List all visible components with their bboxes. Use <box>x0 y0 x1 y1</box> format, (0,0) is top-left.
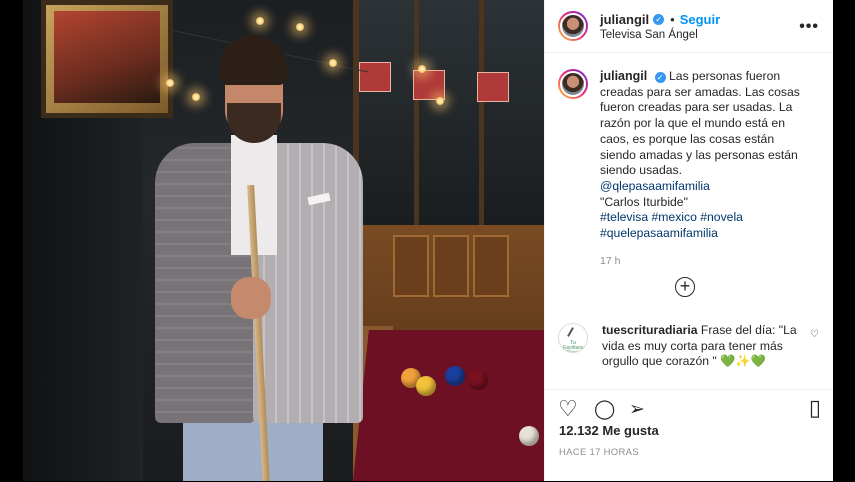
more-options-icon[interactable]: ••• <box>799 18 819 36</box>
share-direct-icon[interactable]: ➢ <box>629 398 645 421</box>
commenter-avatar[interactable]: Tu Escritura Diaria <box>558 323 588 353</box>
hashtag-link[interactable]: #quelepasaamifamilia <box>600 226 808 242</box>
pool-ball <box>445 366 465 386</box>
caption: juliangil ✓ Las personas fueron creadas … <box>558 69 819 269</box>
comment-like-icon[interactable]: ♡ <box>810 329 819 340</box>
caption-text: Las personas fueron creadas para ser ama… <box>600 69 800 178</box>
commenter-avatar-text: Tu Escritura Diaria <box>563 340 583 353</box>
header-username[interactable]: juliangil <box>600 12 649 27</box>
pool-ball <box>416 376 436 396</box>
comment-username[interactable]: tuescrituradiaria <box>602 323 698 337</box>
comment-bubble-icon[interactable]: ◯ <box>594 398 615 421</box>
caption-username[interactable]: juliangil <box>600 69 647 83</box>
header-separator: • <box>670 11 675 27</box>
hashtag-link[interactable]: #televisa #mexico #novela <box>600 210 808 226</box>
caption-quote: "Carlos Iturbide" <box>600 194 688 209</box>
follow-button[interactable]: Seguir <box>680 12 720 27</box>
likes-count[interactable]: 12.132 Me gusta <box>559 423 659 438</box>
man-with-cue <box>133 25 363 481</box>
mention-link[interactable]: @qlepasaamifamilia <box>600 179 808 195</box>
load-more-comments-icon[interactable]: + <box>675 277 695 297</box>
verified-icon: ✓ <box>653 13 665 25</box>
like-heart-icon[interactable]: ♡ <box>558 396 578 422</box>
light-bulb-icon <box>435 96 445 106</box>
avatar[interactable] <box>558 69 588 99</box>
location-link[interactable]: Televisa San Ángel <box>600 29 720 41</box>
back-window <box>353 0 544 230</box>
post-photo[interactable] <box>23 0 544 481</box>
pool-ball <box>468 370 488 390</box>
post-header: juliangil ✓ • Seguir Televisa San Ángel … <box>545 0 833 53</box>
comments-area: juliangil ✓ Las personas fueron creadas … <box>545 53 833 389</box>
post-side-panel: juliangil ✓ • Seguir Televisa San Ángel … <box>544 0 833 481</box>
pen-icon <box>567 327 581 341</box>
save-bookmark-icon[interactable]: ▯ <box>809 395 821 421</box>
post-modal: juliangil ✓ • Seguir Televisa San Ángel … <box>23 0 833 481</box>
pool-table <box>353 330 544 481</box>
post-age: HACE 17 HORAS <box>559 447 639 458</box>
light-bulb-icon <box>417 64 427 74</box>
action-bar: ♡ ◯ ➢ ▯ 12.132 Me gusta HACE 17 HORAS <box>545 389 833 482</box>
comment-item: Tu Escritura Diaria tuescrituradiaria Fr… <box>558 323 819 370</box>
pool-ball <box>519 426 539 446</box>
avatar[interactable] <box>558 11 588 41</box>
caption-time: 17 h <box>600 254 621 267</box>
verified-icon: ✓ <box>654 72 666 83</box>
